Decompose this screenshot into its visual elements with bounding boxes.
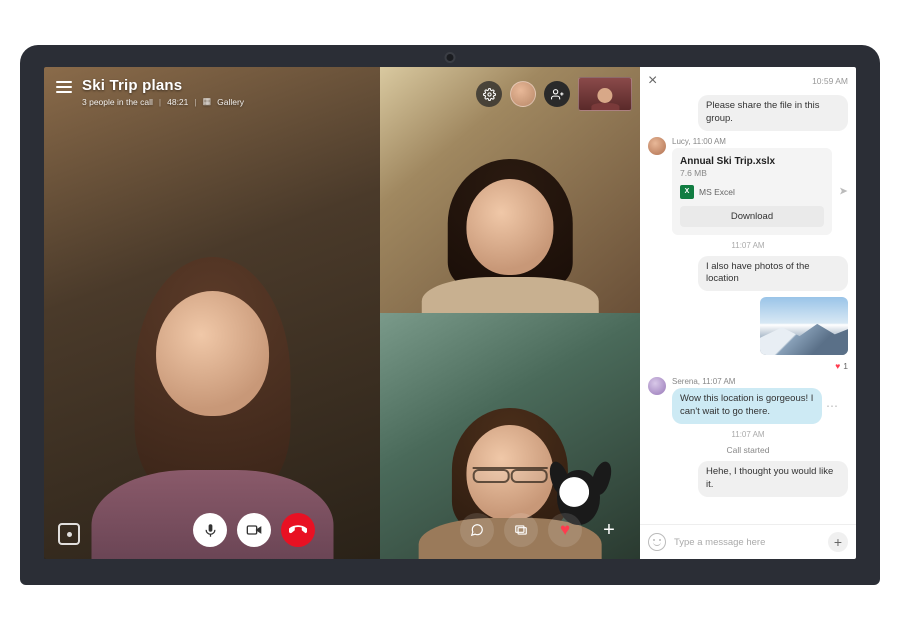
chat-header-time: 10:59 AM [812, 76, 848, 86]
gallery-label[interactable]: Gallery [217, 97, 244, 107]
avatar[interactable] [648, 137, 666, 155]
chat-toggle-button[interactable] [460, 513, 494, 547]
add-participant-button[interactable] [544, 81, 570, 107]
close-chat-button[interactable]: × [648, 73, 657, 89]
video-grid: Ski Trip plans 3 people in the call | 48… [44, 67, 640, 559]
message-input[interactable] [674, 537, 820, 548]
sender-name: Lucy [672, 137, 688, 146]
call-duration: 48:21 [167, 97, 188, 107]
mute-button[interactable] [193, 513, 227, 547]
call-title: Ski Trip plans [82, 77, 244, 94]
sender-name: Serena [672, 377, 698, 386]
reaction-button[interactable]: ♥ [548, 513, 582, 547]
message-in[interactable]: Wow this location is gorgeous! I can't w… [672, 388, 822, 424]
video-tile-main[interactable] [44, 67, 380, 559]
message-out[interactable]: I also have photos of the location [698, 256, 848, 292]
time-divider: 11:07 AM [648, 430, 848, 439]
heart-icon: ♥ [835, 361, 840, 371]
file-attachment[interactable]: Annual Ski Trip.xslx 7.6 MB X MS Excel D… [672, 148, 832, 235]
menu-icon[interactable] [56, 81, 72, 93]
video-toggle-button[interactable] [237, 513, 271, 547]
emoji-button[interactable] [648, 533, 666, 551]
message-out[interactable]: Hehe, I thought you would like it. [698, 461, 848, 497]
image-attachment[interactable] [760, 297, 848, 355]
avatar[interactable] [648, 377, 666, 395]
download-button[interactable]: Download [680, 206, 824, 227]
file-name: Annual Ski Trip.xslx [680, 156, 824, 167]
end-call-button[interactable] [281, 513, 315, 547]
message-out[interactable]: Please share the file in this group. [698, 95, 848, 131]
message-composer: + [640, 524, 856, 559]
laptop-frame: Ski Trip plans 3 people in the call | 48… [20, 45, 880, 585]
participant-count: 3 people in the call [82, 97, 153, 107]
file-type-label: MS Excel [699, 187, 735, 197]
chat-scroll[interactable]: Please share the file in this group. Luc… [640, 95, 856, 524]
message-time: 11:07 AM [702, 377, 735, 386]
time-divider: 11:07 AM [648, 241, 848, 250]
app-window: Ski Trip plans 3 people in the call | 48… [44, 67, 856, 559]
participant-avatar[interactable] [510, 81, 536, 107]
reaction-badge[interactable]: ♥ 1 [835, 361, 848, 371]
self-view[interactable] [578, 77, 632, 111]
grid-icon: ▦ [203, 96, 212, 107]
excel-icon: X [680, 185, 694, 199]
settings-button[interactable] [476, 81, 502, 107]
more-actions-button[interactable]: + [592, 513, 626, 547]
chat-panel: × 10:59 AM Please share the file in this… [640, 67, 856, 559]
call-subtitle: 3 people in the call | 48:21 | ▦ Gallery [82, 96, 244, 107]
file-size: 7.6 MB [680, 168, 824, 178]
message-options-icon[interactable]: ⋯ [826, 399, 838, 413]
share-screen-button[interactable] [504, 513, 538, 547]
forward-icon[interactable]: ➤ [839, 185, 848, 198]
system-message: Call started [648, 445, 848, 455]
reaction-count: 1 [843, 361, 848, 371]
laptop-camera [447, 54, 454, 61]
add-attachment-button[interactable]: + [828, 532, 848, 552]
message-time: 11:00 AM [693, 137, 726, 146]
